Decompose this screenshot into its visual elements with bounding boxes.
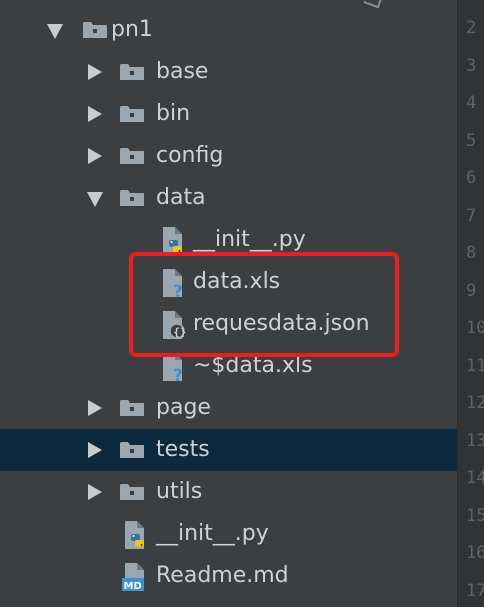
red-annotation-box [129, 252, 399, 357]
svg-text:MD: MD [124, 581, 142, 592]
folder-icon [119, 398, 145, 418]
python-file-icon [122, 520, 150, 550]
line-number: 6 [466, 168, 477, 188]
line-number: 10 [466, 318, 484, 338]
expand-arrow-icon[interactable] [88, 64, 102, 80]
line-number: 9 [466, 280, 477, 301]
folder-icon [119, 188, 145, 208]
line-number: 3 [466, 55, 477, 76]
tree-item-label: page [156, 395, 211, 420]
tree-item-label: pn1 [111, 17, 153, 42]
tree-row[interactable]: utils [0, 471, 458, 513]
expand-arrow-icon[interactable] [88, 400, 102, 416]
tree-row[interactable]: MD Readme.md [0, 555, 458, 597]
tree-item-label: bin [156, 101, 191, 126]
line-number: 13 [466, 430, 484, 451]
expand-arrow-icon[interactable] [88, 148, 102, 164]
line-number: 16 [466, 543, 484, 563]
expand-arrow-icon[interactable] [88, 106, 102, 122]
tree-item-label: config [156, 143, 224, 168]
collapse-arrow-icon[interactable] [47, 24, 63, 39]
folder-icon [119, 440, 145, 460]
line-number: 15 [466, 505, 484, 526]
line-number: 11 [466, 355, 484, 376]
collapse-arrow-icon[interactable] [87, 192, 103, 207]
tree-row[interactable]: data [0, 177, 458, 219]
expand-arrow-icon[interactable] [88, 484, 102, 500]
folder-icon [82, 20, 108, 40]
line-number: 12 [466, 393, 484, 413]
tree-row[interactable]: page [0, 387, 458, 429]
markdown-file-icon: MD [122, 562, 150, 592]
tree-item-label: tests [156, 437, 210, 462]
tree-item-label: __init__.py [156, 521, 269, 546]
line-number: 2 [466, 18, 477, 38]
project-tree-window: pn1 base bin config data __init__.py? data.xls… [0, 0, 484, 607]
folder-icon [119, 146, 145, 166]
tree-row[interactable]: base [0, 51, 458, 93]
tree-row[interactable]: bin [0, 93, 458, 135]
svg-text:?: ? [173, 366, 183, 382]
tree-row[interactable]: config [0, 135, 458, 177]
tree-item-label: utils [156, 479, 203, 504]
tree-item-label: base [156, 59, 209, 84]
tree-row[interactable]: pn1 [0, 9, 458, 51]
line-number: 17 [466, 580, 484, 601]
tree-item-label: Readme.md [156, 563, 289, 588]
folder-icon [119, 482, 145, 502]
folder-icon [119, 104, 145, 124]
line-number: 7 [466, 205, 477, 226]
line-number: 14 [466, 468, 484, 488]
tree-row[interactable]: __init__.py [0, 513, 458, 555]
line-number: 4 [466, 93, 477, 113]
tree-item-label: __init__.py [193, 227, 306, 252]
expand-arrow-icon[interactable] [88, 442, 102, 458]
editor-line-gutter: 2 3 4 5 6 7 8 9 10 11 12 13 14 15 16 17 [457, 0, 484, 607]
tree-row[interactable]: tests [0, 429, 458, 471]
line-number: 8 [466, 243, 477, 263]
line-number: 5 [466, 130, 477, 151]
folder-icon [119, 62, 145, 82]
tree-item-label: data [156, 185, 206, 210]
